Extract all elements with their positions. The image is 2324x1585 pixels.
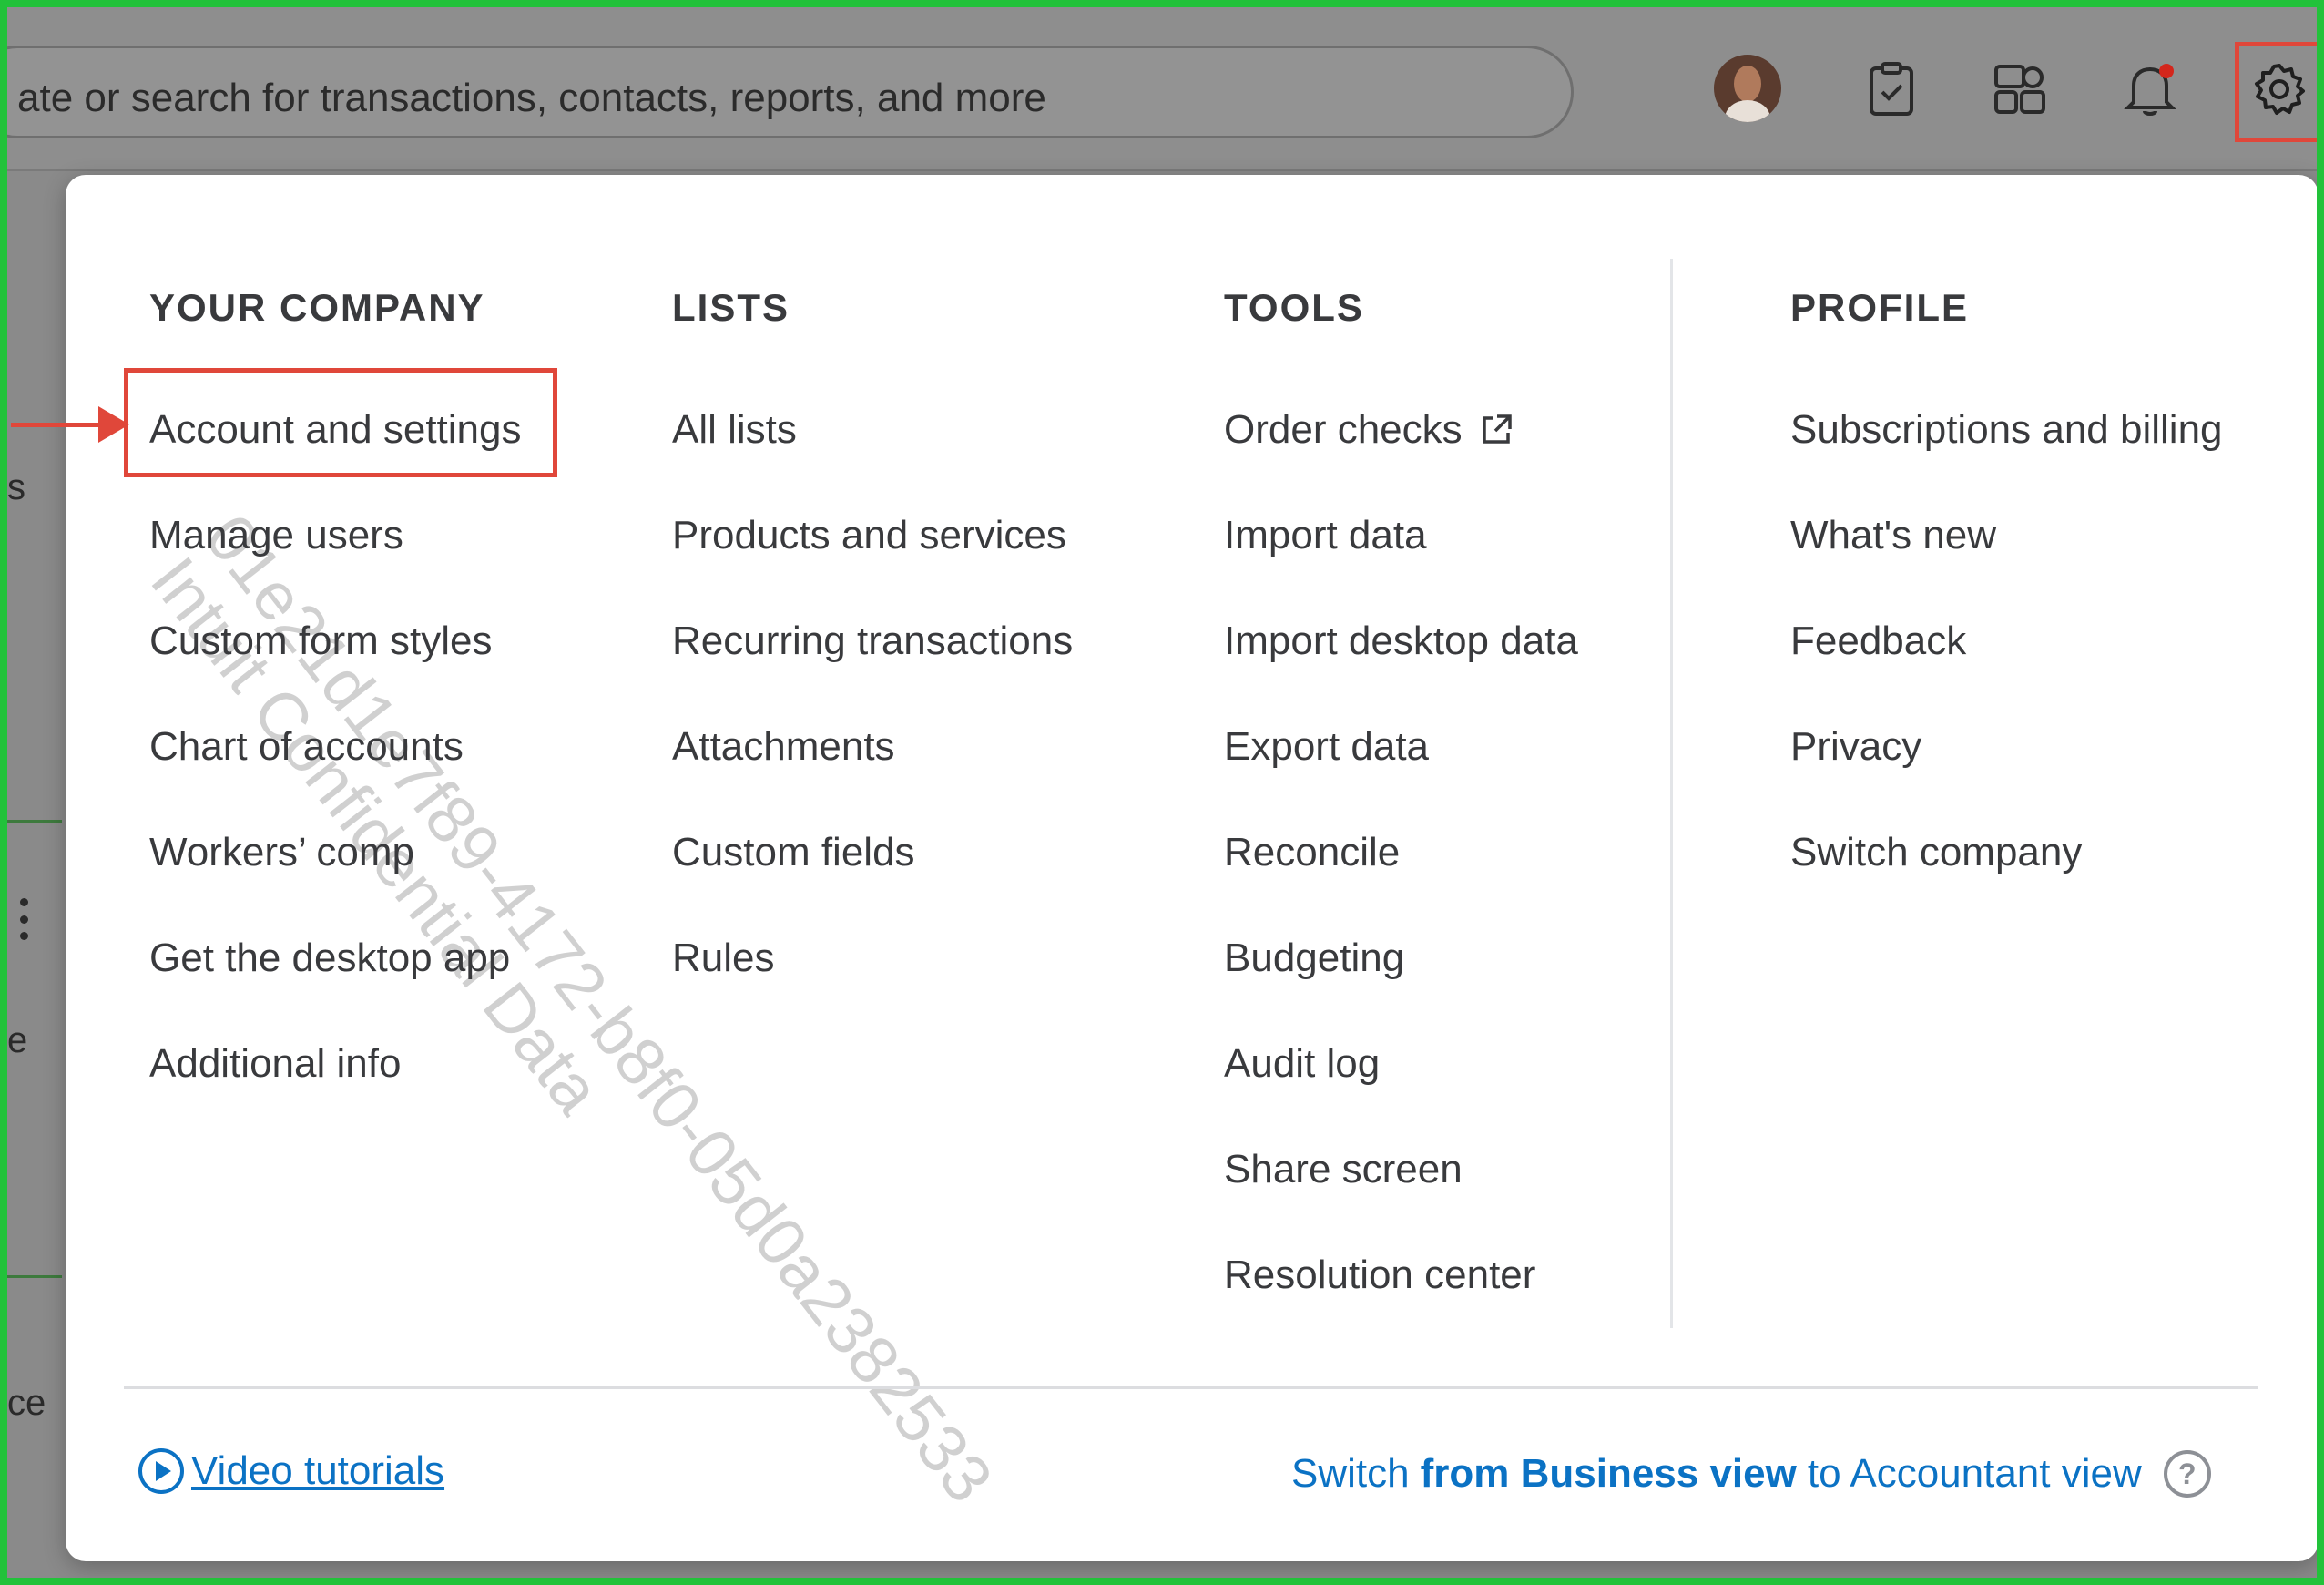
menu-item-whats-new[interactable]: What's new	[1790, 483, 2223, 588]
column-heading: TOOLS	[1224, 286, 1364, 329]
external-link-icon	[1479, 413, 1514, 447]
video-tutorials-label: Video tutorials	[191, 1448, 445, 1493]
menu-item-feedback[interactable]: Feedback	[1790, 588, 2223, 694]
menu-item-get-desktop-app[interactable]: Get the desktop app	[149, 905, 521, 1011]
play-circle-icon	[137, 1447, 186, 1496]
column-tools: TOOLS Order checks Import data Import de…	[1224, 286, 1578, 1297]
menu-item-audit-log[interactable]: Audit log	[1224, 1011, 1578, 1117]
annotation-arrow-line	[11, 423, 102, 427]
menu-item-import-data[interactable]: Import data	[1224, 483, 1578, 588]
task-icon[interactable]	[1860, 57, 1923, 121]
bg-fragment: e	[7, 1020, 28, 1060]
column-heading: LISTS	[672, 286, 790, 329]
notification-icon[interactable]	[2118, 57, 2182, 121]
menu-item-budgeting[interactable]: Budgeting	[1224, 905, 1578, 1011]
switch-bold: from Business view	[1420, 1451, 1797, 1496]
column-heading: PROFILE	[1790, 286, 1970, 329]
gear-icon[interactable]	[2248, 57, 2311, 121]
help-icon[interactable]: ?	[2163, 1450, 2211, 1498]
menu-item-resolution-center[interactable]: Resolution center	[1224, 1222, 1578, 1328]
menu-item-products-and-services[interactable]: Products and services	[672, 483, 1073, 588]
video-tutorials-link[interactable]: Video tutorials	[137, 1447, 444, 1496]
screenshot-frame: ate or search for transactions, contacts…	[0, 0, 2324, 1585]
search-placeholder: ate or search for transactions, contacts…	[17, 76, 1046, 120]
menu-item-chart-of-accounts[interactable]: Chart of accounts	[149, 694, 521, 800]
switch-prefix: Switch	[1291, 1451, 1410, 1496]
search-input[interactable]: ate or search for transactions, contacts…	[7, 46, 1574, 138]
avatar-face	[1734, 66, 1761, 102]
column-your-company: YOUR COMPANY Account and settings Manage…	[149, 286, 521, 1086]
column-profile: PROFILE Subscriptions and billing What's…	[1790, 286, 2223, 874]
menu-item-custom-fields[interactable]: Custom fields	[672, 800, 1073, 905]
menu-item-attachments[interactable]: Attachments	[672, 694, 1073, 800]
column-lists: LISTS All lists Products and services Re…	[672, 286, 1073, 980]
menu-item-subscriptions-and-billing[interactable]: Subscriptions and billing	[1790, 377, 2223, 483]
annotation-highlight-box	[124, 368, 557, 477]
avatar-body	[1725, 100, 1770, 122]
settings-menu: 01e21d1e7f89-4172-b8f0-05d0a2382533 Intu…	[11, 175, 2317, 1561]
menu-item-workers-comp[interactable]: Workers’ comp	[149, 800, 521, 905]
menu-item-all-lists[interactable]: All lists	[672, 377, 1073, 483]
menu-item-recurring-transactions[interactable]: Recurring transactions	[672, 588, 1073, 694]
bg-divider	[7, 1275, 62, 1278]
menu-item-privacy[interactable]: Privacy	[1790, 694, 2223, 800]
bg-fragment: ce	[7, 1383, 46, 1423]
bg-fragment: s	[7, 467, 25, 507]
bg-divider	[7, 820, 62, 823]
menu-item-switch-company[interactable]: Switch company	[1790, 800, 2223, 905]
column-heading: YOUR COMPANY	[149, 286, 485, 329]
menu-item-custom-form-styles[interactable]: Custom form styles	[149, 588, 521, 694]
more-vertical-icon	[20, 898, 29, 940]
column-divider	[1670, 259, 1673, 1328]
avatar[interactable]	[1714, 55, 1781, 122]
menu-item-import-desktop-data[interactable]: Import desktop data	[1224, 588, 1578, 694]
switch-suffix: to Accountant view	[1807, 1451, 2142, 1496]
menu-item-label: Order checks	[1224, 407, 1463, 452]
switch-view-link[interactable]: Switch from Business view to Accountant …	[1291, 1450, 2211, 1498]
menu-item-additional-info[interactable]: Additional info	[149, 1011, 521, 1117]
menu-item-rules[interactable]: Rules	[672, 905, 1073, 1011]
annotation-arrow-icon	[98, 406, 129, 443]
menu-item-manage-users[interactable]: Manage users	[149, 483, 521, 588]
top-bar: ate or search for transactions, contacts…	[7, 7, 2317, 171]
apps-icon[interactable]	[1989, 57, 2053, 121]
menu-item-reconcile[interactable]: Reconcile	[1224, 800, 1578, 905]
menu-item-order-checks[interactable]: Order checks	[1224, 377, 1578, 483]
footer-divider	[124, 1386, 2258, 1389]
menu-item-share-screen[interactable]: Share screen	[1224, 1117, 1578, 1222]
menu-item-export-data[interactable]: Export data	[1224, 694, 1578, 800]
